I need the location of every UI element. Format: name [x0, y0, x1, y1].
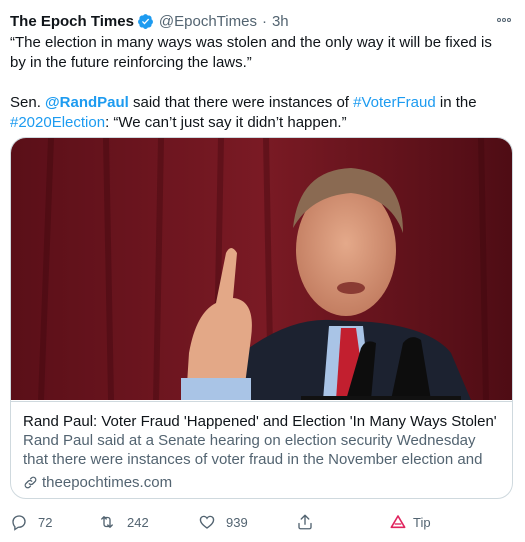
tweet-header: The Epoch Times @EpochTimes · 3h	[10, 10, 515, 32]
tweet-text-segment: : “We can’t just say it didn’t happen.”	[105, 114, 347, 131]
link-icon	[24, 476, 37, 489]
card-title[interactable]: Rand Paul: Voter Fraud 'Happened' and El…	[23, 412, 502, 431]
like-count: 939	[226, 514, 248, 530]
retweet-button[interactable]: 242	[97, 511, 149, 533]
tip-icon	[390, 515, 406, 529]
tip-button[interactable]: Tip	[390, 511, 431, 533]
retweet-count: 242	[127, 514, 149, 530]
card-domain-text: theepochtimes.com	[42, 474, 173, 491]
tweet-text-segment: in the	[435, 94, 477, 111]
tweet-text-segment: Sen.	[10, 94, 46, 111]
share-button[interactable]	[296, 511, 314, 533]
heart-icon	[199, 515, 215, 529]
card-description: Rand Paul said at a Senate hearing on el…	[23, 432, 483, 468]
verified-badge-icon	[137, 13, 154, 30]
reply-icon	[12, 515, 26, 531]
reply-button[interactable]: 72	[10, 511, 52, 533]
tweet[interactable]: The Epoch Times @EpochTimes · 3h “The el…	[0, 0, 525, 542]
more-options-icon[interactable]	[493, 10, 515, 30]
tweet-text-segment: said that there were instances of	[128, 94, 354, 111]
hashtag-link[interactable]: #2020Election	[10, 114, 105, 131]
tweet-paragraph-1: “The election in many ways was stolen an…	[10, 34, 492, 71]
link-preview-card[interactable]: Rand Paul: Voter Fraud 'Happened' and El…	[10, 137, 513, 499]
author-name[interactable]: The Epoch Times	[10, 13, 134, 30]
tweet-timestamp[interactable]: 3h	[272, 13, 289, 30]
separator-dot: ·	[261, 12, 267, 30]
card-image[interactable]	[11, 138, 513, 400]
card-body[interactable]: Rand Paul: Voter Fraud 'Happened' and El…	[11, 401, 512, 498]
share-icon	[298, 514, 312, 530]
tweet-actions: 72 242 939 Tip	[10, 511, 515, 533]
tip-label: Tip	[413, 514, 431, 530]
tweet-paragraph-2: Sen. @RandPaul said that there were inst…	[10, 93, 510, 133]
tweet-text: “The election in many ways was stolen an…	[10, 33, 510, 133]
like-button[interactable]: 939	[198, 511, 248, 533]
retweet-icon	[101, 516, 113, 528]
card-domain[interactable]: theepochtimes.com	[23, 473, 502, 492]
author-handle[interactable]: @EpochTimes	[159, 13, 257, 30]
reply-count: 72	[38, 514, 53, 530]
mention-link[interactable]: @RandPaul	[45, 94, 129, 111]
hashtag-link[interactable]: #VoterFraud	[353, 94, 436, 111]
